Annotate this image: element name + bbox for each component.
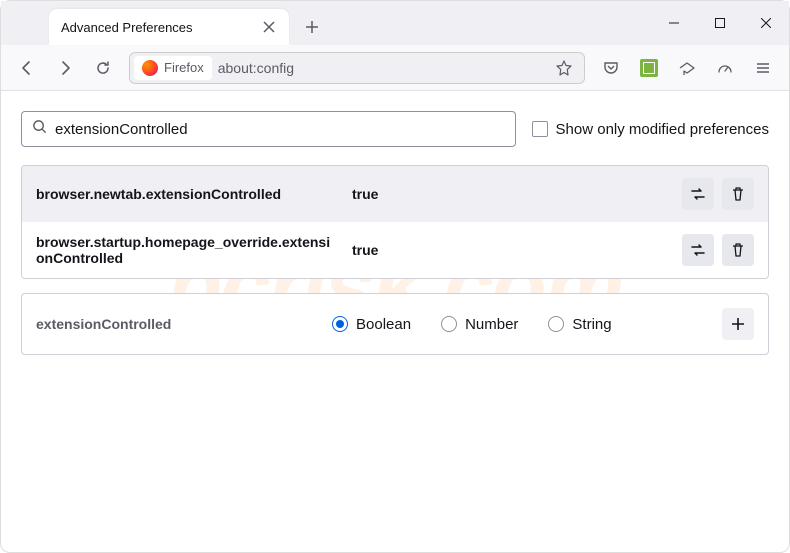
- show-modified-checkbox[interactable]: Show only modified preferences: [532, 121, 769, 138]
- pref-name: browser.startup.homepage_override.extens…: [36, 234, 336, 266]
- radio-icon: [332, 316, 348, 332]
- add-button[interactable]: [722, 308, 754, 340]
- identity-label: Firefox: [164, 60, 204, 75]
- add-pref-row: extensionControlled Boolean Number Strin…: [21, 293, 769, 355]
- checkbox-icon[interactable]: [532, 121, 548, 137]
- url-text: about:config: [218, 60, 546, 76]
- bookmark-star-icon[interactable]: [552, 56, 576, 80]
- search-row: Show only modified preferences: [21, 111, 769, 147]
- toolbar: Firefox about:config: [1, 45, 789, 91]
- pref-value: true: [352, 242, 666, 258]
- extension-icon[interactable]: [633, 52, 665, 84]
- radio-icon: [441, 316, 457, 332]
- firefox-logo-icon: [142, 60, 158, 76]
- radio-label: Boolean: [356, 316, 411, 333]
- pref-row: browser.newtab.extensionControlled true: [22, 166, 768, 222]
- search-input[interactable]: [55, 121, 505, 138]
- radio-number[interactable]: Number: [441, 316, 518, 333]
- reload-button[interactable]: [87, 52, 119, 84]
- radio-boolean[interactable]: Boolean: [332, 316, 411, 333]
- about-config-content: Show only modified preferences browser.n…: [1, 91, 789, 375]
- pref-name: browser.newtab.extensionControlled: [36, 186, 336, 202]
- back-button[interactable]: [11, 52, 43, 84]
- pref-actions: [682, 234, 754, 266]
- type-radio-group: Boolean Number String: [332, 316, 706, 333]
- identity-box[interactable]: Firefox: [134, 56, 212, 80]
- search-box[interactable]: [21, 111, 516, 147]
- browser-tab[interactable]: Advanced Preferences: [49, 9, 289, 45]
- mail-icon[interactable]: [671, 52, 703, 84]
- toggle-button[interactable]: [682, 234, 714, 266]
- pref-actions: [682, 178, 754, 210]
- radio-label: Number: [465, 316, 518, 333]
- address-bar[interactable]: Firefox about:config: [129, 52, 585, 84]
- pref-value: true: [352, 186, 666, 202]
- pref-table: browser.newtab.extensionControlled true …: [21, 165, 769, 279]
- menu-icon[interactable]: [747, 52, 779, 84]
- new-tab-button[interactable]: [297, 12, 327, 42]
- close-window-button[interactable]: [743, 1, 789, 45]
- pocket-icon[interactable]: [595, 52, 627, 84]
- radio-string[interactable]: String: [548, 316, 611, 333]
- checkbox-label: Show only modified preferences: [556, 121, 769, 138]
- pref-row: browser.startup.homepage_override.extens…: [22, 222, 768, 278]
- maximize-button[interactable]: [697, 1, 743, 45]
- search-icon: [32, 119, 47, 139]
- toggle-button[interactable]: [682, 178, 714, 210]
- close-tab-icon[interactable]: [261, 19, 277, 35]
- gauge-icon[interactable]: [709, 52, 741, 84]
- radio-icon: [548, 316, 564, 332]
- window-controls: [651, 1, 789, 45]
- delete-button[interactable]: [722, 178, 754, 210]
- add-pref-name: extensionControlled: [36, 316, 316, 332]
- tab-title: Advanced Preferences: [61, 20, 261, 35]
- delete-button[interactable]: [722, 234, 754, 266]
- tab-strip: Advanced Preferences: [1, 1, 789, 45]
- minimize-button[interactable]: [651, 1, 697, 45]
- radio-label: String: [572, 316, 611, 333]
- forward-button[interactable]: [49, 52, 81, 84]
